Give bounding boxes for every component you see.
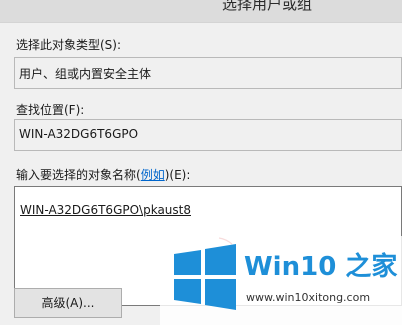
location-value: WIN-A32DG6T6GPO (19, 127, 139, 141)
advanced-button[interactable]: 高级(A)... (14, 288, 122, 318)
window-title: 选择用户或组 (222, 0, 313, 13)
object-names-label: 输入要选择的对象名称(例如)(E): (16, 166, 190, 183)
location-label: 查找位置(F): (16, 103, 85, 117)
object-type-value: 用户、组或内置安全主体 (19, 67, 152, 81)
object-names-label-prefix: 输入要选择的对象名称( (16, 168, 141, 182)
object-names-label-suffix: )(E): (164, 168, 191, 182)
select-users-or-groups-dialog: 选择用户或组 选择此对象类型(S): 用户、组或内置安全主体 查找位置(F): … (0, 0, 402, 325)
examples-link[interactable]: 例如 (141, 168, 165, 182)
watermark-site-name: Win10 之家 (244, 252, 398, 282)
watermark-url: www.win10xitong.com (246, 291, 371, 304)
location-field: WIN-A32DG6T6GPO (14, 119, 402, 151)
object-name-entry: WIN-A32DG6T6GPO\pkaust8 (20, 203, 191, 217)
windows-logo-icon (174, 244, 236, 310)
object-type-label: 选择此对象类型(S): (16, 38, 122, 52)
object-type-field: 用户、组或内置安全主体 (14, 57, 402, 89)
title-bar: 选择用户或组 (0, 0, 402, 23)
